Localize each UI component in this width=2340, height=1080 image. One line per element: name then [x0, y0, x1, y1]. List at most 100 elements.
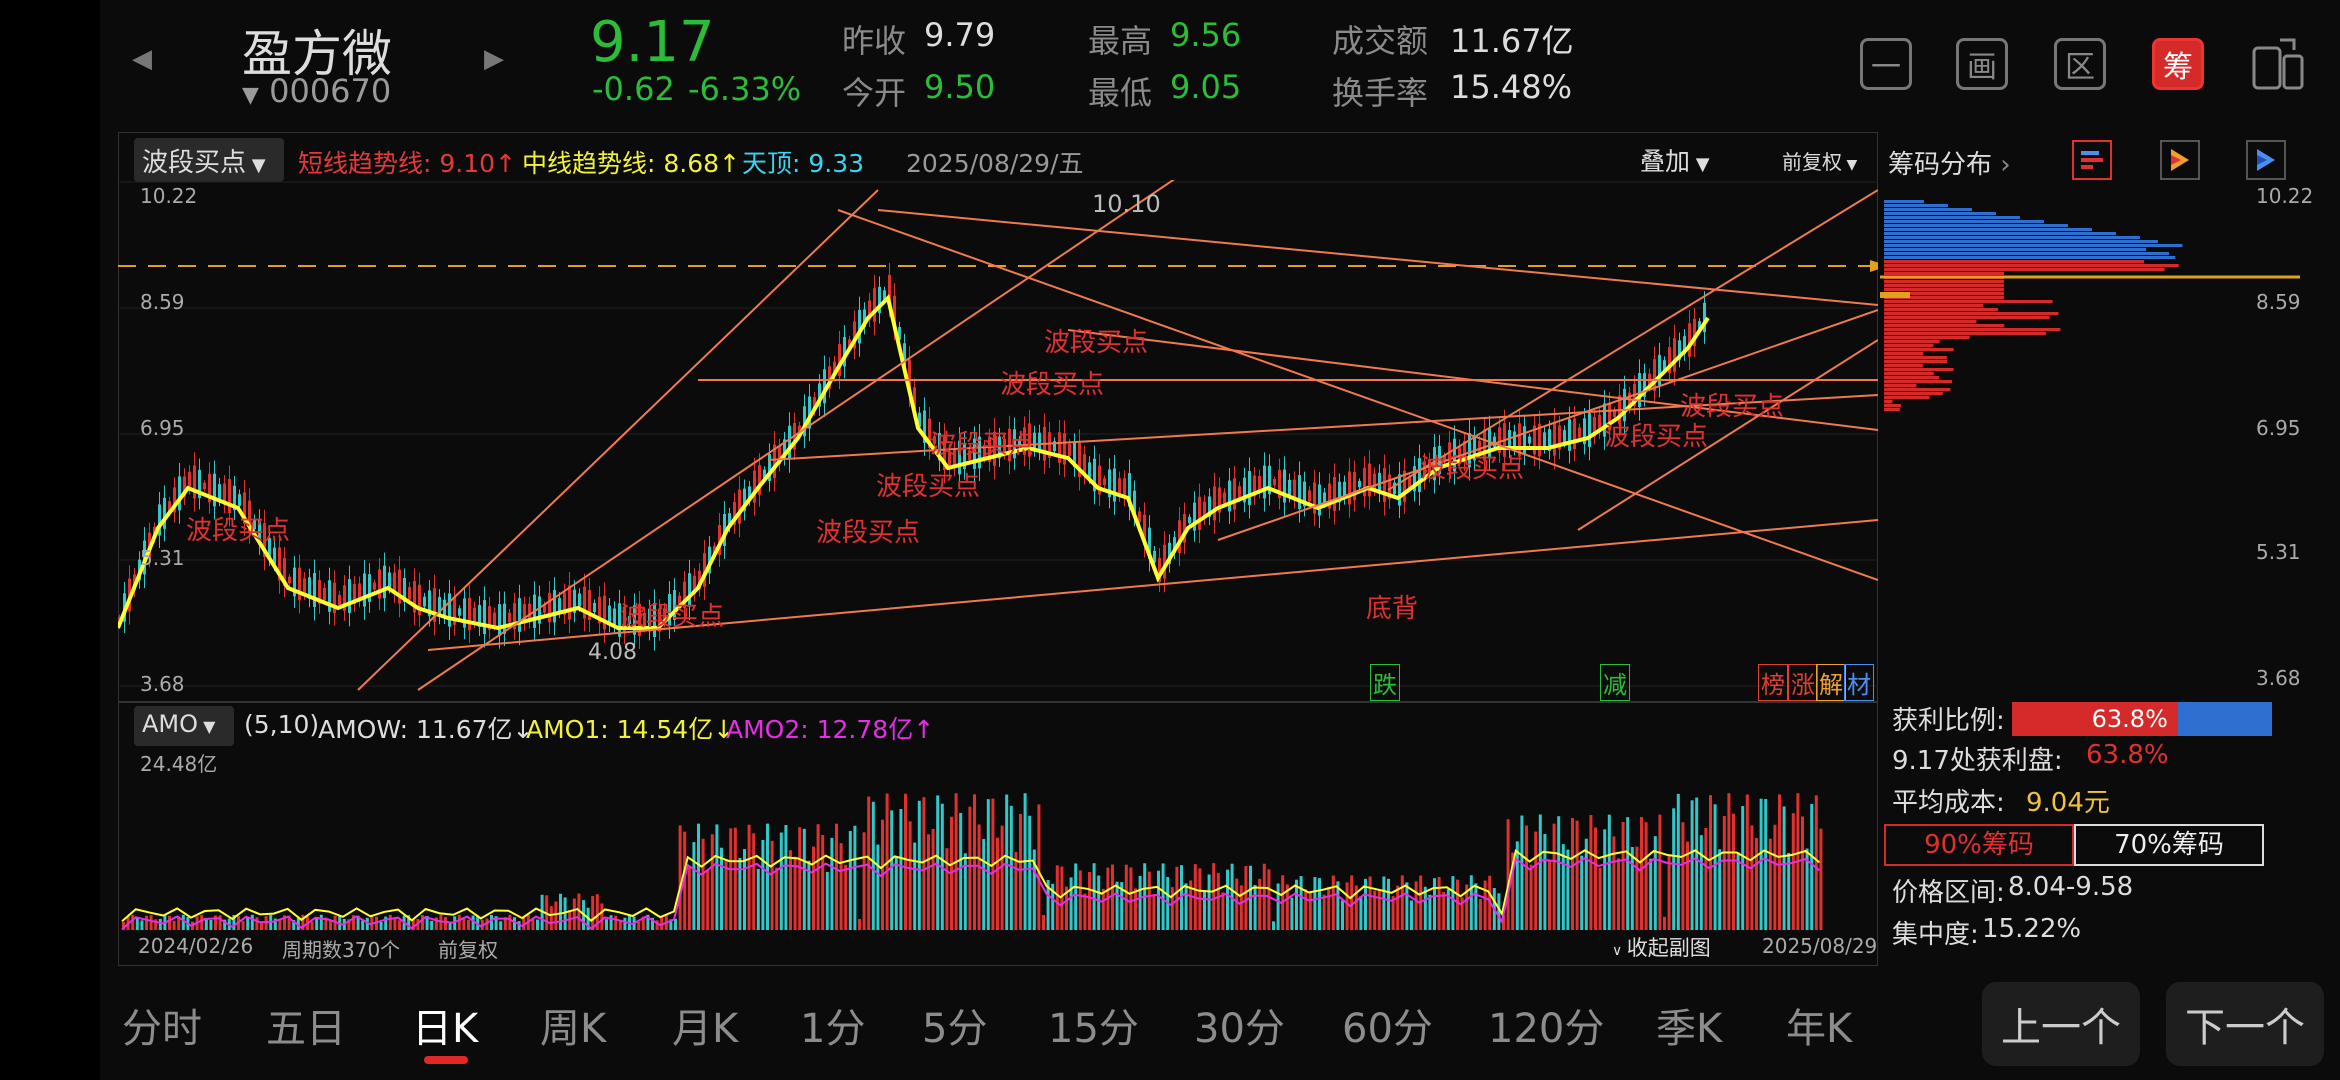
volume-bar: [821, 835, 825, 930]
low-price-label: 4.08: [588, 640, 637, 665]
prev-stock-arrow-icon[interactable]: ◀: [132, 44, 152, 74]
collapse-subchart-button[interactable]: ∨ 收起副图: [1612, 932, 1711, 962]
volume-bar: [1603, 829, 1607, 930]
tab-60min[interactable]: 60分: [1342, 996, 1433, 1054]
volume-bar: [1667, 855, 1671, 930]
candle: [1383, 468, 1386, 502]
volume-bar: [1745, 794, 1749, 930]
volume-bar: [1529, 864, 1533, 930]
signal-fall[interactable]: 跌: [1370, 664, 1400, 701]
overlay-dropdown[interactable]: 叠加 ▼: [1640, 142, 1710, 178]
volume-bar: [1676, 793, 1680, 930]
volume-bar: [1732, 813, 1735, 930]
chip-bar: [1884, 324, 2005, 327]
volume-bar: [1028, 815, 1032, 930]
candle: [423, 596, 426, 607]
candle: [303, 578, 306, 594]
chips-button[interactable]: 筹: [2152, 38, 2204, 90]
chip-bar: [1884, 408, 1900, 411]
signal-material[interactable]: 材: [1844, 664, 1874, 701]
signal-rise[interactable]: 涨: [1788, 664, 1818, 701]
volume-bar: [1759, 798, 1763, 930]
candle: [1113, 468, 1116, 502]
tab-quarterly-k[interactable]: 季K: [1656, 996, 1722, 1054]
amo-params: (5,10): [244, 710, 320, 739]
volume-bar: [1341, 900, 1344, 930]
volume-bar: [977, 824, 981, 930]
indicator-select[interactable]: 波段买点 ▼: [134, 138, 284, 182]
tab-1min[interactable]: 1分: [800, 996, 865, 1054]
candle: [1058, 432, 1061, 463]
tab-weekly-k[interactable]: 周K: [540, 996, 606, 1054]
profit-at-label: 9.17处获利盘:: [1892, 746, 2063, 776]
candle: [188, 471, 191, 489]
candle: [1563, 430, 1566, 443]
tab-120min[interactable]: 120分: [1488, 996, 1604, 1054]
candle: [228, 479, 231, 513]
volume-bar: [1644, 822, 1648, 930]
stock-code[interactable]: ▼ 000670: [242, 72, 391, 110]
chips-bar-icon[interactable]: [2072, 140, 2112, 180]
buy-point-label: 波段买点: [1680, 392, 1785, 422]
candle: [178, 476, 181, 511]
chip-bar: [1884, 300, 2053, 303]
end-date: 2025/08/29: [1762, 934, 1878, 958]
tab-90-chips[interactable]: 90%筹码: [1884, 824, 2074, 866]
volume-bar: [848, 830, 852, 930]
price-range-label: 价格区间:: [1892, 878, 2005, 908]
chip-bar: [1884, 308, 1999, 311]
chevron-right-icon: ›: [1992, 150, 2011, 180]
volume-bar: [1543, 833, 1547, 930]
chips-flame-blue-icon[interactable]: [2246, 140, 2286, 180]
volume-bar: [1207, 874, 1211, 930]
next-stock-arrow-icon[interactable]: ▶: [484, 44, 504, 74]
draw-button[interactable]: 画: [1956, 38, 2008, 90]
volume-bar: [1607, 814, 1611, 930]
volume-bar: [963, 853, 967, 930]
volume-bar: [1088, 871, 1091, 930]
volume-bar: [775, 867, 779, 930]
volume-bar: [908, 821, 912, 930]
volume-bar: [609, 915, 613, 930]
switch-screen-icon[interactable]: [2250, 34, 2306, 92]
buy-point-label: 波段买点: [1420, 454, 1525, 484]
volume-bar: [1299, 876, 1303, 930]
tab-70-chips[interactable]: 70%筹码: [2074, 824, 2264, 866]
candle: [383, 565, 386, 599]
chips-title[interactable]: 筹码分布 ›: [1888, 144, 2011, 181]
tab-30min[interactable]: 30分: [1194, 996, 1285, 1054]
divergence-label: 底背: [1366, 594, 1419, 624]
adjust-dropdown[interactable]: 前复权 ▼: [1782, 146, 1857, 175]
signal-unlock[interactable]: 解: [1816, 664, 1846, 701]
minimize-button[interactable]: 一: [1860, 38, 1912, 90]
volume-bar: [1483, 880, 1487, 930]
range-button[interactable]: 区: [2054, 38, 2106, 90]
chip-bar: [1884, 264, 2179, 267]
chips-flame-icon[interactable]: [2160, 140, 2200, 180]
chips-title-text: 筹码分布: [1888, 150, 1993, 180]
volume-bar: [1327, 886, 1331, 930]
next-button[interactable]: 下一个: [2166, 982, 2324, 1066]
adjust-label: 前复权: [1782, 150, 1842, 174]
volume-bar: [1129, 867, 1133, 930]
short-trend-label: 短线趋势线: 9.10↑: [298, 149, 516, 178]
volume-bar: [1575, 820, 1579, 930]
tab-15min[interactable]: 15分: [1048, 996, 1139, 1054]
signal-reduce[interactable]: 减: [1600, 664, 1630, 701]
volume-bar: [457, 914, 461, 930]
tab-yearly-k[interactable]: 年K: [1786, 996, 1852, 1054]
buy-point-label: 波段买点: [876, 472, 981, 502]
tab-intraday[interactable]: 分时: [122, 996, 202, 1054]
tab-daily-k[interactable]: 日K: [412, 996, 478, 1054]
prev-button[interactable]: 上一个: [1982, 982, 2140, 1066]
current-price: 9.17: [590, 10, 715, 75]
chip-bar: [1884, 364, 1923, 367]
tab-monthly-k[interactable]: 月K: [672, 996, 738, 1054]
chip-bar: [1884, 336, 1970, 339]
candle: [1578, 427, 1581, 438]
volume-chart[interactable]: [118, 740, 1878, 930]
tab-five-day[interactable]: 五日: [266, 996, 346, 1054]
signal-rank[interactable]: 榜: [1758, 664, 1788, 701]
volume-bar: [1000, 825, 1004, 930]
tab-5min[interactable]: 5分: [922, 996, 987, 1054]
